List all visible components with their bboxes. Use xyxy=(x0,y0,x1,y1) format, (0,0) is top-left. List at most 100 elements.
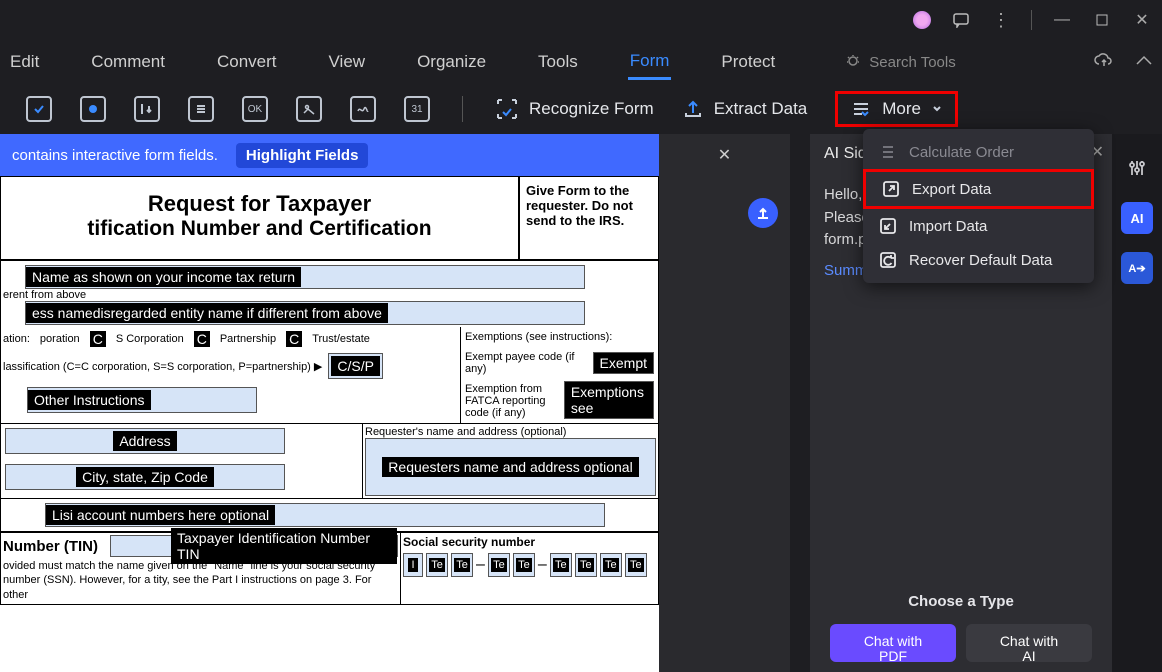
import-label: Import Data xyxy=(909,218,987,235)
radio-field-tool[interactable] xyxy=(80,96,106,122)
translate-rail-button[interactable]: A➔ xyxy=(1121,252,1153,284)
import-data-item[interactable]: Import Data xyxy=(863,209,1094,243)
window-close[interactable]: ✕ xyxy=(1132,4,1152,36)
exemptions-label: Exemptions (see instructions): xyxy=(465,331,654,343)
menu-view[interactable]: View xyxy=(327,46,368,78)
interactive-fields-notice: contains interactive form fields. Highli… xyxy=(0,134,659,176)
other-instructions-field[interactable]: Other Instructions xyxy=(28,390,151,410)
form-toolbar: OK 31 Recognize Form Extract Data More xyxy=(0,84,1162,134)
partner: Partnership xyxy=(220,333,276,345)
cloud-upload-icon[interactable] xyxy=(1094,52,1114,72)
city-field[interactable]: City, state, Zip Code xyxy=(76,467,214,487)
ssn-9[interactable]: Te xyxy=(628,558,644,572)
class-tail: ation: xyxy=(3,333,30,345)
extract-icon xyxy=(682,98,704,120)
expand-icon[interactable] xyxy=(1134,52,1154,72)
chevron-down-icon xyxy=(931,103,943,115)
upload-button[interactable] xyxy=(748,198,778,228)
recognize-form-button[interactable]: Recognize Form xyxy=(495,97,654,121)
corp: poration xyxy=(40,333,80,345)
checkbox-field-tool[interactable] xyxy=(26,96,52,122)
menu-organize[interactable]: Organize xyxy=(415,46,488,78)
highlight-fields-button[interactable]: Highlight Fields xyxy=(236,143,369,168)
menu-form[interactable]: Form xyxy=(628,45,672,80)
requester-field[interactable]: Requesters name and address optional xyxy=(382,457,638,477)
recognize-label: Recognize Form xyxy=(529,99,654,119)
dropdown-field-tool[interactable] xyxy=(134,96,160,122)
image-field-tool[interactable] xyxy=(296,96,322,122)
button-field-tool[interactable]: OK xyxy=(242,96,268,122)
exempt-payee-label: Exempt payee code (if any) xyxy=(465,351,589,375)
address-field[interactable]: Address xyxy=(113,431,176,451)
recover-label: Recover Default Data xyxy=(909,252,1052,269)
window-minimize[interactable]: — xyxy=(1052,4,1072,36)
extract-data-button[interactable]: Extract Data xyxy=(682,98,808,120)
choose-type-label: Choose a Type xyxy=(830,593,1092,610)
date-field-tool[interactable]: 31 xyxy=(404,96,430,122)
list-acct-field[interactable]: Lisi account numbers here optional xyxy=(46,505,275,525)
tin-help-text: ovided must match the name given on the … xyxy=(3,557,398,602)
menu-protect[interactable]: Protect xyxy=(719,46,777,78)
ssn-8[interactable]: Te xyxy=(603,558,619,572)
settings-icon[interactable] xyxy=(1121,152,1153,184)
window-titlebar: ⋮ — ✕ xyxy=(0,0,1162,40)
btn2-l1: Chat with xyxy=(966,634,1092,649)
export-label: Export Data xyxy=(912,181,991,198)
list-field-tool[interactable] xyxy=(188,96,214,122)
divider xyxy=(1031,10,1032,30)
ssn-3[interactable]: Te xyxy=(454,558,470,572)
trust: Trust/estate xyxy=(312,333,370,345)
ssn-7[interactable]: Te xyxy=(578,558,594,572)
ssn-5[interactable]: Te xyxy=(516,558,532,572)
right-rail: AI A➔ xyxy=(1112,134,1162,672)
ssn-4[interactable]: Te xyxy=(491,558,507,572)
search-tools-text: Search Tools xyxy=(869,54,955,71)
export-data-item[interactable]: Export Data xyxy=(863,169,1094,209)
ssn-2[interactable]: Te xyxy=(429,558,445,572)
btn1-l1: Chat with xyxy=(830,634,956,649)
ssn-cells: I Te Te – Te Te – Te Te Te Te xyxy=(403,553,656,577)
menu-edit[interactable]: Edit xyxy=(8,46,41,78)
form-title-2: tification Number and Certification xyxy=(7,217,512,241)
scorp: S Corporation xyxy=(116,333,184,345)
more-dropdown: Calculate Order Export Data Import Data … xyxy=(863,129,1094,283)
recognize-icon xyxy=(495,97,519,121)
ssn-6[interactable]: Te xyxy=(553,558,569,572)
more-button[interactable]: More xyxy=(835,91,958,127)
list-icon xyxy=(879,143,897,161)
lightbulb-icon xyxy=(845,54,861,70)
signature-field-tool[interactable] xyxy=(350,96,376,122)
exemptions-see-field[interactable]: Exemptions see xyxy=(565,382,653,418)
menu-comment[interactable]: Comment xyxy=(89,46,167,78)
name-field[interactable]: Name as shown on your income tax return xyxy=(26,267,301,287)
recover-default-item[interactable]: Recover Default Data xyxy=(863,243,1094,277)
requester-label: Requester's name and address (optional) xyxy=(365,426,656,438)
menu-tools[interactable]: Tools xyxy=(536,46,580,78)
user-avatar[interactable] xyxy=(913,11,931,29)
btn2-l2: AI xyxy=(966,649,1092,664)
menu-convert[interactable]: Convert xyxy=(215,46,279,78)
exempt-field[interactable]: Exempt xyxy=(594,353,653,373)
give-form-box: Give Form to the requester. Do not send … xyxy=(519,176,659,260)
notice-text: contains interactive form fields. xyxy=(12,147,218,164)
recover-icon xyxy=(879,251,897,269)
chat-with-pdf-button[interactable]: Chat with PDF xyxy=(830,624,956,662)
csp-field[interactable]: C/S/P xyxy=(331,356,380,376)
ssn-1[interactable]: I xyxy=(408,558,417,572)
more-icon xyxy=(850,98,872,120)
close-icon[interactable]: ✕ xyxy=(718,145,731,165)
search-tools[interactable]: Search Tools xyxy=(845,54,955,71)
fatca-label: Exemption from FATCA reporting code (if … xyxy=(465,383,560,419)
chat-with-ai-button[interactable]: Chat with AI xyxy=(966,624,1092,662)
kebab-menu-icon[interactable]: ⋮ xyxy=(991,4,1011,36)
class-line2: lassification (C=C corporation, S=S corp… xyxy=(3,360,322,373)
diff-label: erent from above xyxy=(1,289,658,301)
btn1-l2: PDF xyxy=(830,649,956,664)
ssn-label: Social security number xyxy=(403,535,656,549)
import-icon xyxy=(879,217,897,235)
business-name-field[interactable]: ess namedisregarded entity name if diffe… xyxy=(26,303,388,323)
ai-rail-button[interactable]: AI xyxy=(1121,202,1153,234)
window-maximize[interactable] xyxy=(1092,4,1112,36)
comment-icon[interactable] xyxy=(951,4,971,36)
pdf-document[interactable]: Request for Taxpayer tification Number a… xyxy=(0,176,659,672)
